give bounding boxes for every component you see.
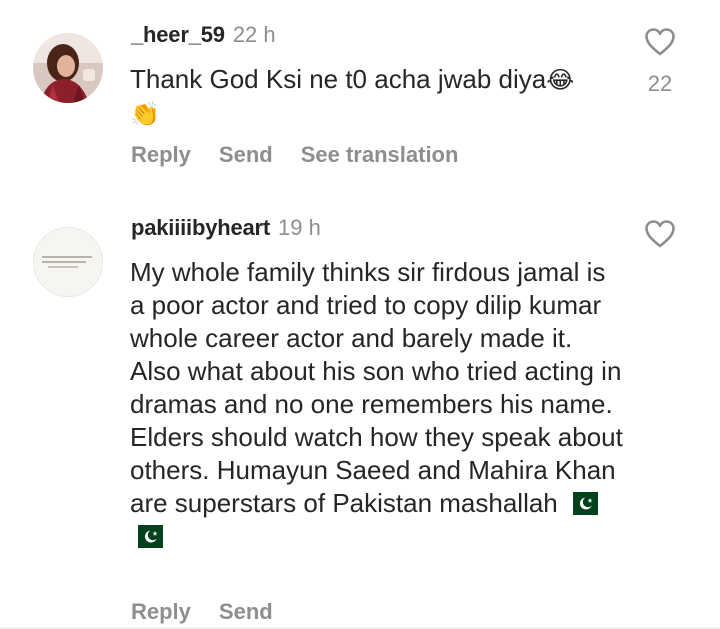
see-translation-button[interactable]: See translation [301, 142, 459, 167]
comment-text: My whole family thinks sir firdous jamal… [130, 256, 625, 553]
pakistan-flag-icon [565, 492, 599, 515]
comment-actions: Reply Send See translation [131, 142, 486, 168]
avatar[interactable] [33, 33, 103, 103]
pakistan-flag-icon [130, 525, 163, 548]
comment-meta: pakiiiibyheart 19 h [131, 215, 321, 241]
reply-button[interactable]: Reply [131, 142, 191, 167]
clapping-emoji: 👏 [130, 100, 160, 128]
comment-text: Thank God Ksi ne t0 acha jwab diya😂 👏 [130, 63, 630, 131]
reply-button[interactable]: Reply [131, 599, 191, 624]
username[interactable]: pakiiiibyheart [131, 215, 270, 240]
like-heart-icon[interactable] [644, 219, 676, 249]
comment-text-body: Thank God Ksi ne t0 acha jwab diya [130, 64, 547, 94]
comment-meta: _heer_59 22 h [131, 22, 276, 48]
timestamp: 19 h [278, 215, 321, 240]
like-count: 22 [647, 71, 673, 96]
username[interactable]: _heer_59 [131, 22, 225, 47]
laughing-emoji: 😂 [546, 66, 575, 94]
send-button[interactable]: Send [219, 599, 273, 624]
like-heart-icon[interactable] [644, 27, 676, 57]
avatar[interactable] [33, 227, 103, 297]
timestamp: 22 h [232, 22, 276, 47]
comment-text-body: My whole family thinks sir firdous jamal… [130, 257, 623, 518]
comment-actions: Reply Send [131, 599, 301, 625]
send-button[interactable]: Send [219, 142, 273, 167]
